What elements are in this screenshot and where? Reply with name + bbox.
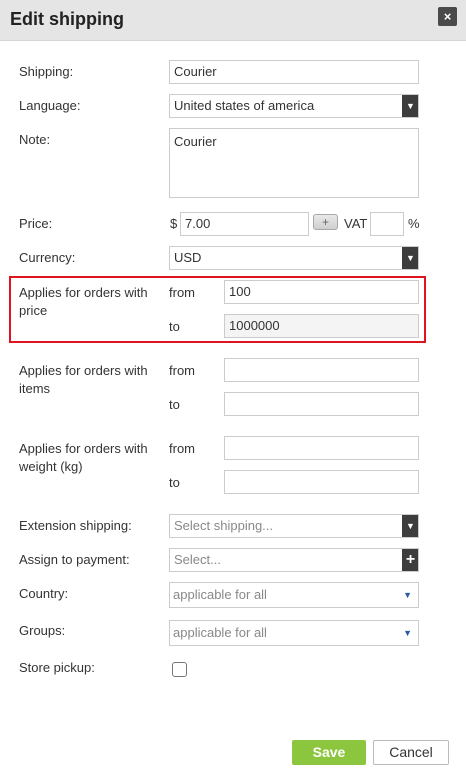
groups-value: applicable for all: [173, 625, 267, 640]
caret-down-icon: ▼: [403, 590, 412, 600]
language-value: United states of america: [174, 98, 315, 113]
orders-weight-from-label: from: [169, 441, 195, 456]
note-textarea[interactable]: Courier: [169, 128, 419, 198]
vat-label: VAT: [344, 216, 368, 231]
shipping-input[interactable]: Courier: [169, 60, 419, 84]
percent-label: %: [408, 216, 420, 231]
orders-items-to-input[interactable]: [224, 392, 419, 416]
extension-shipping-placeholder: Select shipping...: [174, 518, 274, 533]
country-value: applicable for all: [173, 587, 267, 602]
country-select[interactable]: applicable for all ▼: [169, 582, 419, 608]
shipping-label: Shipping:: [19, 64, 74, 79]
orders-price-label: Applies for orders with price: [19, 285, 148, 318]
orders-weight-to-label: to: [169, 475, 180, 490]
assign-payment-placeholder: Select...: [174, 552, 221, 567]
extension-shipping-label: Extension shipping:: [19, 518, 132, 533]
currency-value: USD: [174, 250, 202, 265]
groups-select[interactable]: applicable for all ▼: [169, 620, 419, 646]
language-select[interactable]: United states of america ▼: [169, 94, 419, 118]
groups-label: Groups:: [19, 623, 66, 638]
close-icon[interactable]: ×: [438, 7, 457, 26]
chevron-down-icon[interactable]: ▼: [402, 515, 418, 537]
store-pickup-checkbox[interactable]: [172, 662, 187, 677]
orders-price-to-label: to: [169, 319, 180, 334]
dollar-symbol: $: [170, 216, 178, 231]
dialog-header: Edit shipping ×: [0, 0, 466, 41]
extension-shipping-select[interactable]: Select shipping... ▼: [169, 514, 419, 538]
chevron-down-icon[interactable]: ▼: [402, 247, 418, 269]
plus-button[interactable]: +: [313, 214, 338, 230]
orders-items-to-label: to: [169, 397, 180, 412]
country-label: Country:: [19, 586, 69, 601]
price-label: Price:: [19, 216, 53, 231]
add-icon[interactable]: +: [402, 549, 418, 571]
orders-price-to-input[interactable]: 1000000: [224, 314, 419, 338]
note-label: Note:: [19, 132, 51, 147]
cancel-button[interactable]: Cancel: [373, 740, 449, 765]
orders-weight-from-input[interactable]: [224, 436, 419, 460]
vat-input[interactable]: [370, 212, 404, 236]
orders-weight-to-input[interactable]: [224, 470, 419, 494]
price-input[interactable]: 7.00: [180, 212, 309, 236]
currency-label: Currency:: [19, 250, 76, 265]
language-label: Language:: [19, 98, 81, 113]
save-button[interactable]: Save: [292, 740, 366, 765]
orders-items-from-input[interactable]: [224, 358, 419, 382]
assign-payment-label: Assign to payment:: [19, 552, 130, 567]
orders-weight-label: Applies for orders with weight (kg): [19, 441, 148, 474]
orders-items-label: Applies for orders with items: [19, 363, 148, 396]
orders-items-from-label: from: [169, 363, 195, 378]
store-pickup-label: Store pickup:: [19, 660, 95, 675]
currency-select[interactable]: USD ▼: [169, 246, 419, 270]
orders-price-from-input[interactable]: 100: [224, 280, 419, 304]
orders-price-from-label: from: [169, 285, 195, 300]
chevron-down-icon[interactable]: ▼: [402, 95, 418, 117]
dialog-title: Edit shipping: [10, 9, 124, 29]
assign-payment-select[interactable]: Select... +: [169, 548, 419, 572]
caret-down-icon: ▼: [403, 628, 412, 638]
